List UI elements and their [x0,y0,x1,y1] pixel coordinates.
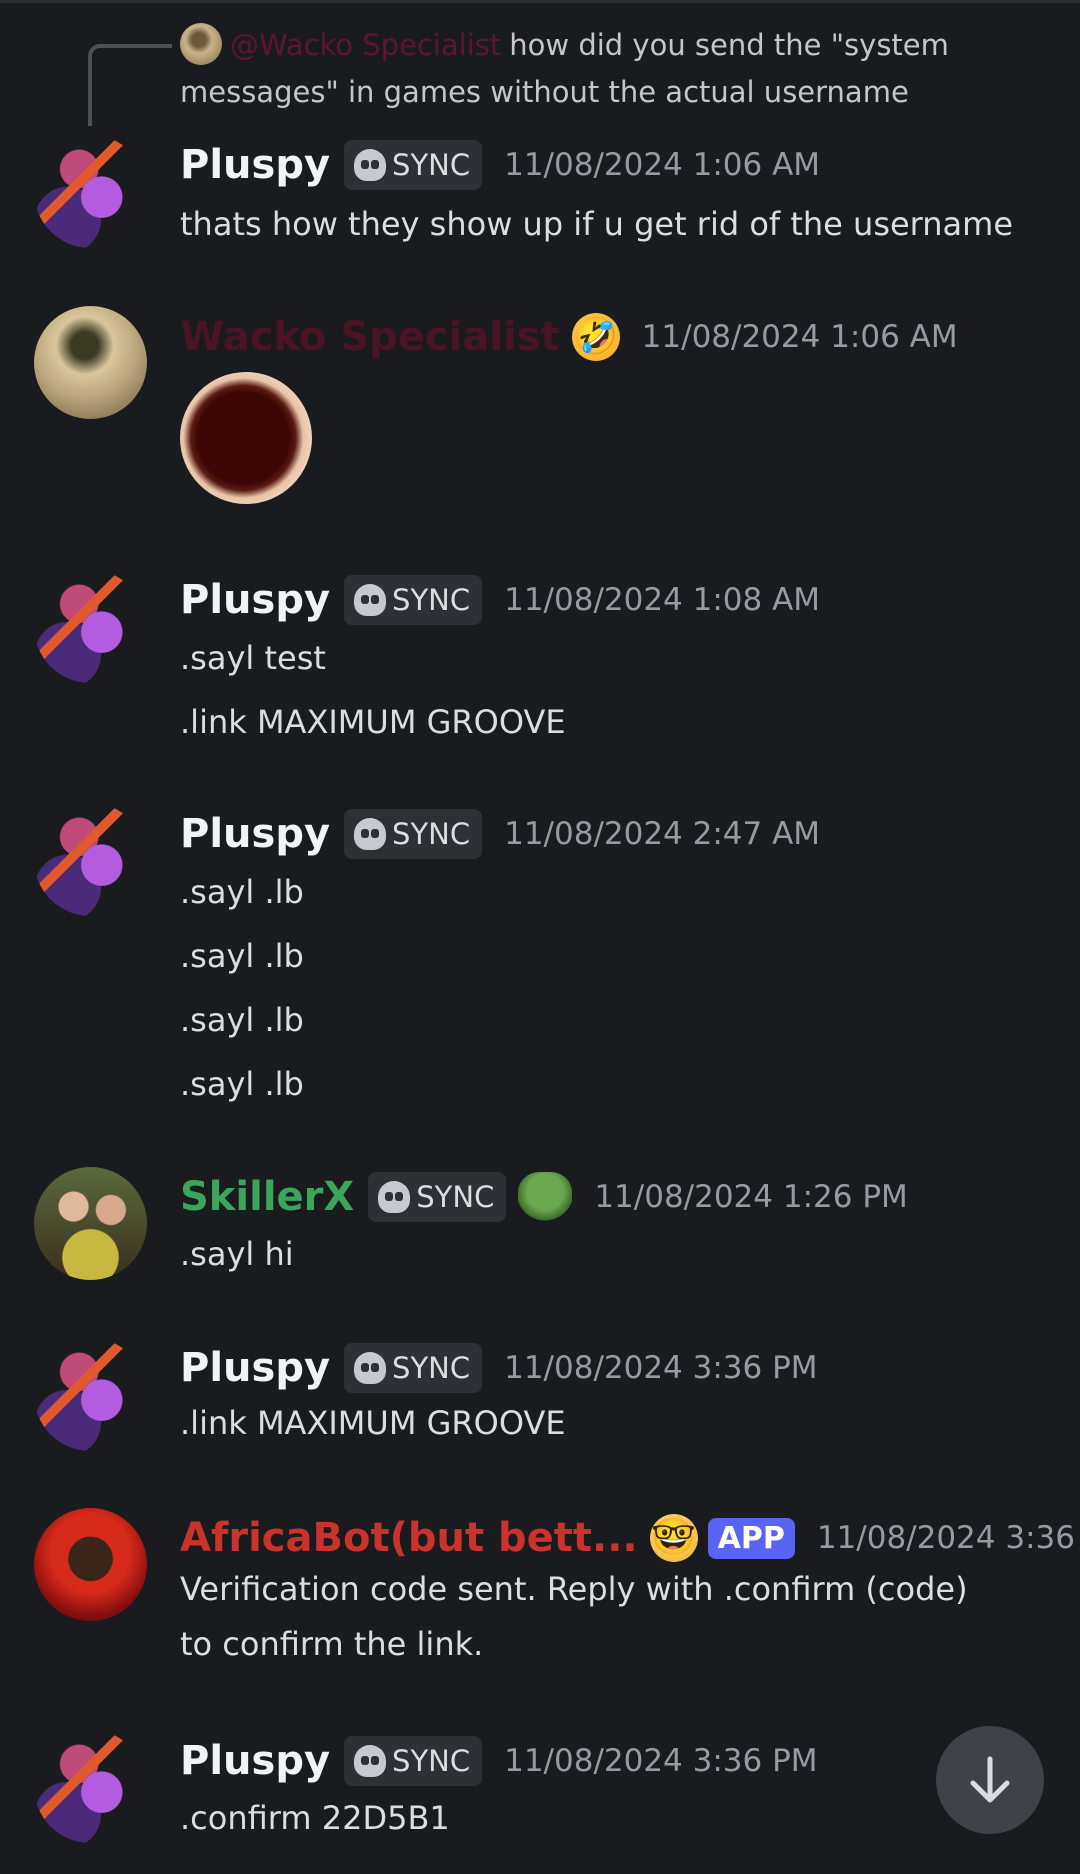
reply-connector [88,44,172,126]
username[interactable]: Pluspy [180,577,330,623]
message-content: .link MAXIMUM GROOVE [180,1391,1060,1455]
timestamp: 11/08/2024 3:36 PM [504,1350,818,1386]
frog-emoji-icon [518,1172,573,1222]
timestamp: 11/08/2024 3:36 PM [504,1743,818,1779]
avatar[interactable] [34,1508,147,1621]
skull-icon [378,1181,411,1213]
message-line: .sayl .lb [180,937,304,975]
message-line: .confirm 22D5B1 [180,1799,450,1837]
message-line: .sayl .lb [180,1065,304,1103]
message-header: Pluspy SYNC 11/08/2024 3:36 PM [180,1736,818,1786]
timestamp: 11/08/2024 3:36 PM [816,1520,1080,1556]
message-line: to confirm the link. [180,1625,484,1663]
server-tag[interactable]: SYNC [368,1172,507,1222]
message-header: AfricaBot(but bett... 🤓 APP 11/08/2024 3… [180,1513,1080,1563]
username[interactable]: Pluspy [180,142,330,188]
message-content: Verification code sent. Reply with .conf… [180,1562,1060,1672]
skull-icon [354,584,387,616]
message-content: .confirm 22D5B1 [180,1786,1060,1850]
app-badge: APP [707,1517,795,1559]
skull-icon [354,818,387,850]
username[interactable]: AfricaBot(but bett... [180,1515,638,1561]
server-tag[interactable]: SYNC [344,1736,483,1786]
timestamp: 11/08/2024 2:47 AM [504,816,821,852]
message-content: .sayl hi [180,1222,1060,1286]
arrow-down-icon [970,1756,1010,1803]
avatar[interactable] [34,306,147,419]
username[interactable]: Pluspy [180,1345,330,1391]
message-content: .sayl .lb .sayl .lb .sayl .lb .sayl .lb [180,860,1060,1116]
avatar[interactable] [34,1730,147,1843]
avatar[interactable] [34,1167,147,1280]
message-content: .sayl test .link MAXIMUM GROOVE [180,626,1060,754]
message-header: SkillerX SYNC 11/08/2024 1:26 PM [180,1172,908,1222]
timestamp: 11/08/2024 1:06 AM [641,319,958,355]
username[interactable]: SkillerX [180,1174,354,1220]
timestamp: 11/08/2024 1:26 PM [594,1179,908,1215]
message-header: Pluspy SYNC 11/08/2024 1:08 AM [180,575,820,625]
message-line: Verification code sent. Reply with .conf… [180,1570,968,1608]
top-divider [0,0,1080,3]
message-line: thats how they show up if u get rid of t… [180,205,1014,243]
avatar[interactable] [34,803,147,916]
reply-avatar[interactable] [180,23,222,65]
skull-icon [354,149,387,181]
username[interactable]: Pluspy [180,1738,330,1784]
message-header: Pluspy SYNC 11/08/2024 3:36 PM [180,1343,818,1393]
jump-to-bottom-button[interactable] [936,1726,1044,1834]
nerd-face-emoji-icon: 🤓 [649,1514,698,1562]
server-tag[interactable]: SYNC [344,575,483,625]
server-tag[interactable]: SYNC [344,1343,483,1393]
timestamp: 11/08/2024 1:06 AM [504,147,821,183]
sticker-image[interactable] [180,372,312,504]
skull-icon [354,1745,387,1777]
username[interactable]: Wacko Specialist [180,314,560,360]
reply-preview[interactable]: @Wacko Specialist how did you send the "s… [180,22,1060,116]
timestamp: 11/08/2024 1:08 AM [504,582,821,618]
message-line: .sayl .lb [180,873,304,911]
avatar[interactable] [34,570,147,683]
skull-icon [354,1352,387,1384]
avatar[interactable] [34,1338,147,1451]
message-line: .sayl .lb [180,1001,304,1039]
message-line: .link MAXIMUM GROOVE [180,1404,566,1442]
message-content: thats how they show up if u get rid of t… [180,192,1060,256]
message-line: .link MAXIMUM GROOVE [180,703,566,741]
reply-author[interactable]: @Wacko Specialist [230,28,501,62]
server-tag[interactable]: SYNC [344,140,483,190]
avatar[interactable] [34,135,147,248]
message-line: .sayl hi [180,1235,294,1273]
message-header: Pluspy SYNC 11/08/2024 2:47 AM [180,809,820,859]
rolling-laugh-emoji-icon: 🤣 [571,313,620,361]
message-header: Wacko Specialist 🤣 11/08/2024 1:06 AM [180,312,958,362]
message-line: .sayl test [180,639,326,677]
server-tag[interactable]: SYNC [344,809,483,859]
message-header: Pluspy SYNC 11/08/2024 1:06 AM [180,140,820,190]
username[interactable]: Pluspy [180,811,330,857]
